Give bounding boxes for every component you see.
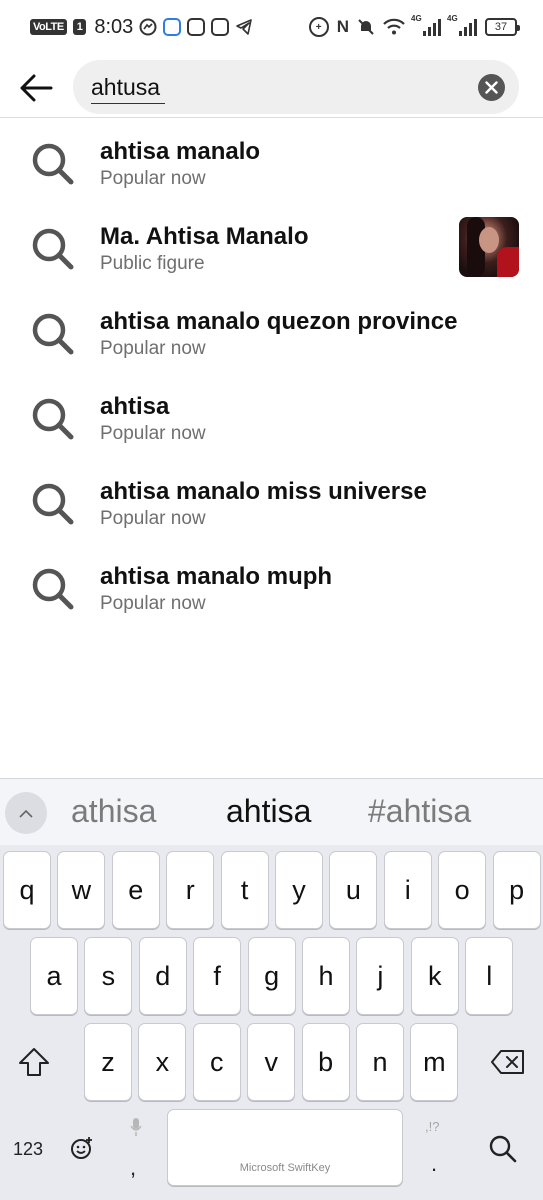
backspace-icon [491, 1050, 524, 1074]
result-title: ahtisa manalo muph [100, 563, 333, 590]
status-bar: VoLTE 1 8:03 + N 4G 4G 37 [0, 0, 543, 56]
result-title: ahtisa [100, 393, 170, 420]
key-x[interactable]: x [138, 1023, 187, 1101]
key-g[interactable]: g [247, 937, 296, 1015]
clock: 8:03 [94, 15, 134, 38]
key-z[interactable]: z [84, 1023, 132, 1101]
search-icon [32, 143, 74, 185]
key-s[interactable]: s [84, 937, 133, 1015]
suggestion-right[interactable]: #ahtisa [368, 793, 471, 830]
telegram-icon [236, 19, 253, 35]
nfc-icon: N [336, 17, 349, 36]
search-icon [32, 313, 74, 355]
app-notification-icon-3 [211, 18, 230, 36]
suggestion-left[interactable]: athisa [71, 793, 156, 830]
app-notification-icon-2 [187, 18, 206, 36]
signal-icon-1: 4G [411, 14, 441, 36]
key-n[interactable]: n [356, 1023, 404, 1101]
key-y[interactable]: y [275, 851, 323, 929]
result-title: ahtisa manalo quezon province [100, 308, 458, 335]
search-result-row[interactable]: ahtisa manalo quezon province Popular now [0, 289, 543, 374]
key-m[interactable]: m [410, 1023, 459, 1101]
numbers-key[interactable]: 123 [13, 1139, 43, 1160]
result-subtitle: Public figure [100, 253, 205, 274]
search-header [0, 56, 543, 118]
microphone-icon [130, 1118, 142, 1136]
key-f[interactable]: f [193, 937, 242, 1015]
key-e[interactable]: e [111, 851, 160, 929]
search-icon [32, 483, 74, 525]
key-v[interactable]: v [247, 1023, 296, 1101]
search-result-row[interactable]: ahtisa manalo miss universe Popular now [0, 459, 543, 544]
space-bar[interactable]: Microsoft SwiftKey [167, 1109, 403, 1186]
key-o[interactable]: o [438, 851, 487, 929]
clear-search-button[interactable] [478, 74, 505, 101]
key-d[interactable]: d [138, 937, 187, 1015]
result-subtitle: Popular now [100, 593, 206, 614]
key-b[interactable]: b [301, 1023, 350, 1101]
period-key[interactable]: . [431, 1151, 437, 1177]
search-icon [32, 228, 74, 270]
search-result-row[interactable]: ahtisa manalo Popular now [0, 119, 543, 204]
chevron-up-icon [19, 809, 33, 818]
suggestion-bar: athisa ahtisa #ahtisa [0, 779, 543, 845]
key-c[interactable]: c [192, 1023, 241, 1101]
key-r[interactable]: r [166, 851, 215, 929]
key-j[interactable]: j [356, 937, 405, 1015]
volte-badge: VoLTE [30, 19, 67, 35]
key-a[interactable]: a [30, 937, 78, 1015]
search-result-row[interactable]: Ma. Ahtisa Manalo Public figure [0, 204, 543, 289]
data-saver-icon: + [308, 17, 329, 37]
punctuation-hint: ,!? [425, 1119, 440, 1134]
key-k[interactable]: k [410, 937, 459, 1015]
key-l[interactable]: l [465, 937, 514, 1015]
search-icon [32, 568, 74, 610]
key-w[interactable]: w [57, 851, 106, 929]
profile-thumbnail [459, 217, 519, 277]
composing-underline [91, 103, 165, 104]
shift-icon [19, 1048, 49, 1076]
back-arrow-icon [20, 74, 53, 102]
result-subtitle: Popular now [100, 338, 206, 359]
mute-bell-icon [358, 19, 374, 35]
key-t[interactable]: t [220, 851, 269, 929]
result-subtitle: Popular now [100, 508, 206, 529]
keyboard: athisa ahtisa #ahtisa qwertyuiop asdfghjk… [0, 778, 543, 1200]
signal-icon-2: 4G [447, 14, 477, 36]
result-subtitle: Popular now [100, 168, 206, 189]
sim-badge: 1 [72, 19, 87, 35]
key-p[interactable]: p [492, 851, 541, 929]
result-title: ahtisa manalo [100, 138, 261, 165]
keyboard-brand-label: Microsoft SwiftKey [239, 1162, 331, 1174]
search-key-icon[interactable] [488, 1134, 518, 1164]
result-title: ahtisa manalo miss universe [100, 478, 427, 505]
close-icon [485, 81, 498, 94]
search-results-list: ahtisa manalo Popular now Ma. Ahtisa Manal… [0, 119, 543, 629]
shift-key[interactable] [10, 1023, 58, 1101]
search-input[interactable] [91, 73, 451, 101]
battery-icon: 37 [485, 18, 520, 36]
result-title: Ma. Ahtisa Manalo [100, 223, 309, 250]
key-q[interactable]: q [3, 851, 51, 929]
back-button[interactable] [14, 66, 58, 110]
key-u[interactable]: u [329, 851, 378, 929]
search-box[interactable] [73, 60, 519, 114]
key-h[interactable]: h [302, 937, 350, 1015]
wifi-icon [383, 18, 405, 35]
suggestion-center[interactable]: ahtisa [226, 793, 311, 830]
emoji-icon[interactable] [70, 1136, 94, 1160]
search-icon [32, 398, 74, 440]
key-i[interactable]: i [383, 851, 432, 929]
comma-key[interactable]: , [130, 1155, 136, 1181]
toolbar-expand-button[interactable] [5, 792, 47, 834]
app-notification-icon [163, 18, 182, 36]
result-subtitle: Popular now [100, 423, 206, 444]
messenger-icon [139, 18, 157, 36]
backspace-key[interactable] [484, 1023, 532, 1101]
search-result-row[interactable]: ahtisa Popular now [0, 374, 543, 459]
search-result-row[interactable]: ahtisa manalo muph Popular now [0, 544, 543, 629]
